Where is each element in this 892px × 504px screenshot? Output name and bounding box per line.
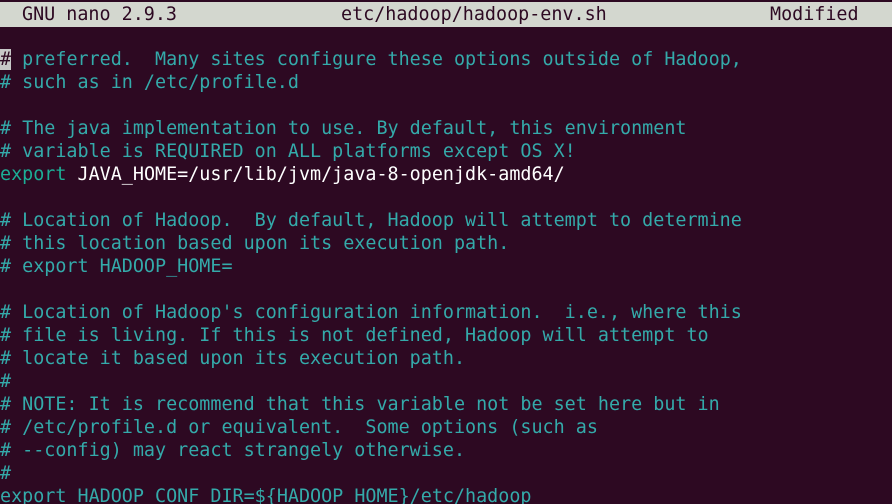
editor-line[interactable]: # variable is REQUIRED on ALL platforms …: [0, 140, 892, 163]
blank-line[interactable]: [0, 278, 892, 301]
modified-status: Modified: [770, 4, 859, 25]
editor-line[interactable]: # locate it based upon its execution pat…: [0, 347, 892, 370]
nano-title-bar: GNU nano 2.9.3 etc/hadoop/hadoop-env.sh …: [0, 2, 892, 27]
editor-line[interactable]: # this location based upon its execution…: [0, 232, 892, 255]
editor-line[interactable]: # export HADOOP_HOME=: [0, 255, 892, 278]
editor-line[interactable]: #: [0, 370, 892, 393]
variable-name: JAVA_HOME=: [66, 164, 189, 185]
variable-value: /usr/lib/jvm/java-8-openjdk-amd64/: [188, 164, 565, 185]
editor-line[interactable]: # The java implementation to use. By def…: [0, 117, 892, 140]
export-keyword: export: [0, 486, 67, 504]
blank-line[interactable]: [0, 186, 892, 209]
variable-value: ${HADOOP_HOME}/etc/hadoop: [254, 486, 532, 504]
variable-name: HADOOP_CONF_DIR=: [66, 486, 255, 504]
text-cursor: #: [0, 49, 12, 70]
text-editor-area[interactable]: # preferred. Many sites configure these …: [0, 48, 892, 504]
editor-line[interactable]: # NOTE: It is recommend that this variab…: [0, 393, 892, 416]
editor-line[interactable]: # /etc/profile.d or equivalent. Some opt…: [0, 416, 892, 439]
editor-line[interactable]: # preferred. Many sites configure these …: [0, 48, 892, 71]
editor-line[interactable]: export JAVA_HOME=/usr/lib/jvm/java-8-ope…: [0, 163, 892, 186]
blank-line[interactable]: [0, 94, 892, 117]
comment-text: preferred. Many sites configure these op…: [11, 49, 742, 70]
editor-line[interactable]: # such as in /etc/profile.d: [0, 71, 892, 94]
editor-line[interactable]: # --config) may react strangely otherwis…: [0, 439, 892, 462]
editor-line[interactable]: # file is living. If this is not defined…: [0, 324, 892, 347]
editor-line[interactable]: export HADOOP_CONF_DIR=${HADOOP_HOME}/et…: [0, 485, 892, 504]
editor-line[interactable]: #: [0, 462, 892, 485]
editor-app-name: GNU nano 2.9.3: [22, 4, 178, 25]
editor-line[interactable]: # Location of Hadoop. By default, Hadoop…: [0, 209, 892, 232]
file-path-title: etc/hadoop/hadoop-env.sh: [341, 4, 607, 25]
export-keyword: export: [0, 164, 67, 185]
editor-line[interactable]: # Location of Hadoop's configuration inf…: [0, 301, 892, 324]
